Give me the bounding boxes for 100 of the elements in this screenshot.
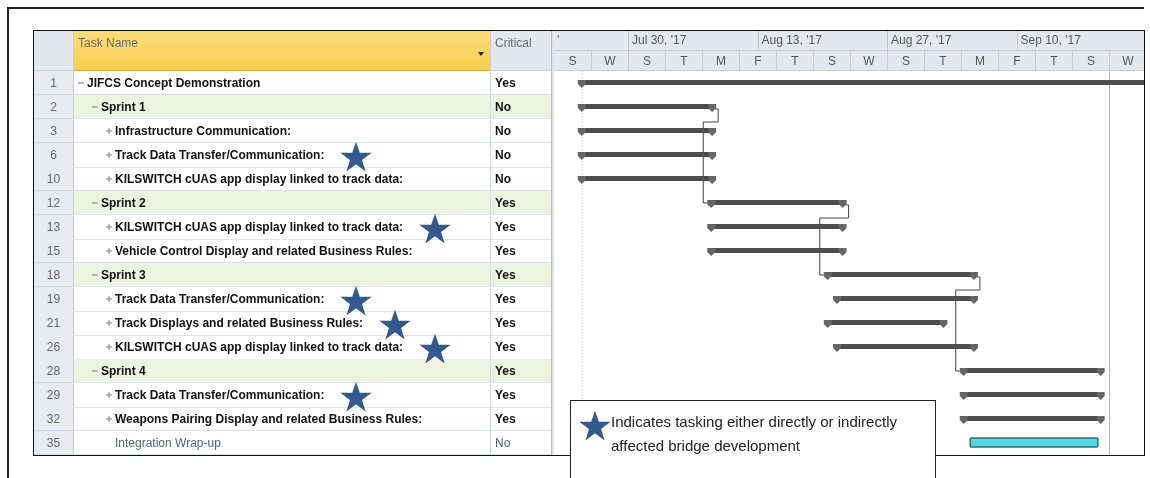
collapse-icon[interactable] bbox=[92, 271, 98, 278]
dropdown-arrow-icon bbox=[478, 52, 484, 56]
expand-icon[interactable] bbox=[106, 247, 112, 254]
task-name-header[interactable]: Task Name bbox=[74, 31, 491, 71]
task-name: Track Data Transfer/Communication: bbox=[115, 388, 325, 402]
critical-value: Yes bbox=[495, 243, 516, 258]
row-number: 35 bbox=[34, 431, 74, 455]
expand-icon[interactable] bbox=[106, 415, 112, 422]
summary-bar[interactable] bbox=[823, 320, 948, 328]
day-label: S bbox=[813, 51, 850, 70]
critical-value: No bbox=[495, 123, 511, 138]
critical-value: Yes bbox=[495, 340, 516, 354]
timescale-label: Jul 30, '17 bbox=[632, 33, 687, 47]
summary-bar[interactable] bbox=[577, 152, 717, 160]
expand-icon[interactable] bbox=[106, 296, 112, 302]
task-name: Track Data Transfer/Communication: bbox=[115, 148, 325, 162]
collapse-icon[interactable] bbox=[78, 79, 84, 86]
day-label: F bbox=[739, 51, 776, 70]
day-label: T bbox=[924, 51, 961, 70]
summary-bar[interactable] bbox=[577, 128, 717, 136]
legend-text: Indicates tasking either directly or indirectly affected bridge development bbox=[611, 412, 898, 456]
column-header[interactable]: Critical bbox=[491, 31, 551, 71]
timescale-label: Sep 10, '17 bbox=[1020, 33, 1081, 47]
row-number: 10 bbox=[34, 167, 74, 191]
task-name: JIFCS Concept Demonstration bbox=[87, 75, 261, 90]
expand-icon[interactable] bbox=[106, 175, 112, 182]
task-name: KILSWITCH cUAS app display linked to track data: bbox=[115, 171, 404, 186]
row-number: 2 bbox=[34, 95, 74, 119]
expand-icon[interactable] bbox=[106, 224, 112, 230]
row-number: 3 bbox=[34, 119, 74, 143]
row-number: 26 bbox=[34, 335, 74, 360]
summary-bar[interactable] bbox=[959, 416, 1105, 424]
day-label: F bbox=[998, 51, 1035, 70]
task-name: Sprint 3 bbox=[101, 267, 146, 282]
summary-bar[interactable] bbox=[823, 272, 978, 280]
critical-value: No bbox=[495, 435, 511, 450]
row-number: 21 bbox=[34, 311, 74, 336]
summary-bar[interactable] bbox=[577, 104, 717, 112]
critical-value: No bbox=[495, 99, 511, 114]
row-number: 28 bbox=[34, 359, 74, 383]
timescale-label: ' bbox=[557, 33, 560, 47]
task-name: Integration Wrap-up bbox=[115, 435, 221, 450]
day-label: M bbox=[702, 51, 739, 70]
row-number: 6 bbox=[34, 143, 74, 168]
summary-bar[interactable] bbox=[707, 224, 847, 232]
day-label: S bbox=[567, 53, 578, 70]
task-name: Sprint 1 bbox=[101, 99, 146, 114]
day-label: M bbox=[961, 51, 998, 70]
task-name: Sprint 2 bbox=[101, 195, 146, 210]
critical-value: No bbox=[495, 148, 511, 162]
row-number: 12 bbox=[34, 191, 74, 215]
day-label: T bbox=[1035, 51, 1072, 70]
critical-value: Yes bbox=[495, 316, 516, 330]
collapse-icon[interactable] bbox=[92, 199, 98, 206]
critical-value: Yes bbox=[495, 75, 516, 90]
critical-value: Yes bbox=[495, 363, 516, 378]
task-name: Vehicle Control Display and related Business Rules: bbox=[115, 243, 413, 258]
day-label: S bbox=[628, 51, 665, 70]
collapse-icon[interactable] bbox=[92, 367, 98, 374]
day-label: W bbox=[850, 51, 887, 70]
summary-bar[interactable] bbox=[833, 296, 978, 304]
expand-icon[interactable] bbox=[106, 392, 112, 398]
critical-value: Yes bbox=[495, 411, 516, 426]
star-icon bbox=[579, 410, 611, 442]
day-label: T bbox=[665, 51, 702, 70]
task-bar[interactable] bbox=[969, 437, 1099, 448]
critical-value: No bbox=[495, 171, 511, 186]
summary-bar[interactable] bbox=[959, 368, 1105, 376]
expand-icon[interactable] bbox=[106, 152, 112, 158]
task-name: Weapons Pairing Display and related Business Rules: bbox=[115, 411, 423, 426]
day-label: W bbox=[1109, 51, 1144, 70]
row-number: 29 bbox=[34, 383, 74, 408]
row-number: 18 bbox=[34, 263, 74, 287]
task-name: KILSWITCH cUAS app display linked to track data: bbox=[115, 340, 404, 354]
expand-icon[interactable] bbox=[106, 320, 112, 326]
timescale-label: Aug 13, '17 bbox=[761, 33, 822, 47]
collapse-icon[interactable] bbox=[92, 103, 98, 110]
expand-icon[interactable] bbox=[106, 344, 112, 350]
day-label: S bbox=[1072, 51, 1109, 70]
summary-bar[interactable] bbox=[707, 248, 847, 256]
timescale-label: Aug 27, '17 bbox=[891, 33, 952, 47]
day-label: T bbox=[776, 51, 813, 70]
task-name: Infrastructure Communication: bbox=[115, 123, 291, 138]
row-number: 1 bbox=[34, 71, 74, 95]
critical-value: Yes bbox=[495, 292, 516, 306]
critical-value: Yes bbox=[495, 195, 516, 210]
row-number: 19 bbox=[34, 287, 74, 312]
day-label: S bbox=[887, 51, 924, 70]
row-number: 15 bbox=[34, 239, 74, 263]
day-label: W bbox=[591, 51, 628, 70]
summary-bar[interactable] bbox=[959, 392, 1105, 400]
task-name: KILSWITCH cUAS app display linked to track data: bbox=[115, 220, 404, 234]
summary-bar[interactable] bbox=[577, 80, 1144, 88]
expand-icon[interactable] bbox=[106, 127, 112, 134]
summary-bar[interactable] bbox=[833, 344, 978, 352]
critical-value: Yes bbox=[495, 220, 516, 234]
summary-bar[interactable] bbox=[577, 176, 717, 184]
critical-value: Yes bbox=[495, 388, 516, 402]
critical-value: Yes bbox=[495, 267, 516, 282]
summary-bar[interactable] bbox=[707, 200, 847, 208]
